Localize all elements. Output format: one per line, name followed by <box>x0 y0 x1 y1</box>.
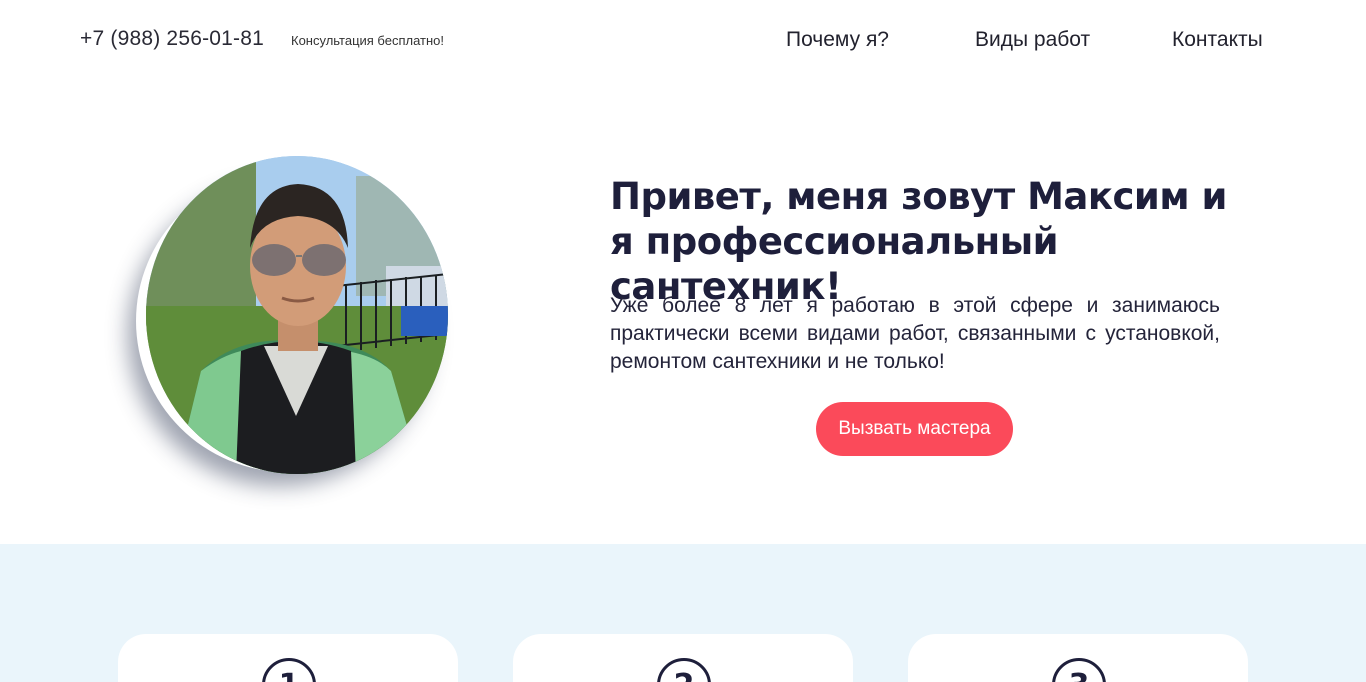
step-number: 1 <box>262 658 316 682</box>
step-number: 2 <box>657 658 711 682</box>
nav-item-work-types[interactable]: Виды работ <box>975 28 1090 52</box>
steps-section: 1 2 3 <box>0 544 1366 682</box>
nav-item-why-me[interactable]: Почему я? <box>786 28 889 52</box>
step-card: 3 <box>908 634 1248 682</box>
call-master-button[interactable]: Вызвать мастера <box>816 402 1013 456</box>
hero-description: Уже более 8 лет я работаю в этой сфере и… <box>610 294 1220 373</box>
step-card: 2 <box>513 634 853 682</box>
step-number: 3 <box>1052 658 1106 682</box>
hero-title: Привет, меня зовут Максим и я профессион… <box>610 175 1227 308</box>
consultation-note: Консультация бесплатно! <box>291 33 445 48</box>
phone-link[interactable]: +7 (988) 256-01-81 <box>80 27 264 51</box>
avatar-photo <box>146 156 448 474</box>
hero-section: Привет, меня зовут Максим и я профессион… <box>0 82 1366 544</box>
nav-item-contacts[interactable]: Контакты <box>1172 28 1263 52</box>
avatar-container <box>146 156 448 474</box>
step-card: 1 <box>118 634 458 682</box>
site-header: +7 (988) 256-01-81 Консультация бесплатн… <box>0 0 1366 82</box>
